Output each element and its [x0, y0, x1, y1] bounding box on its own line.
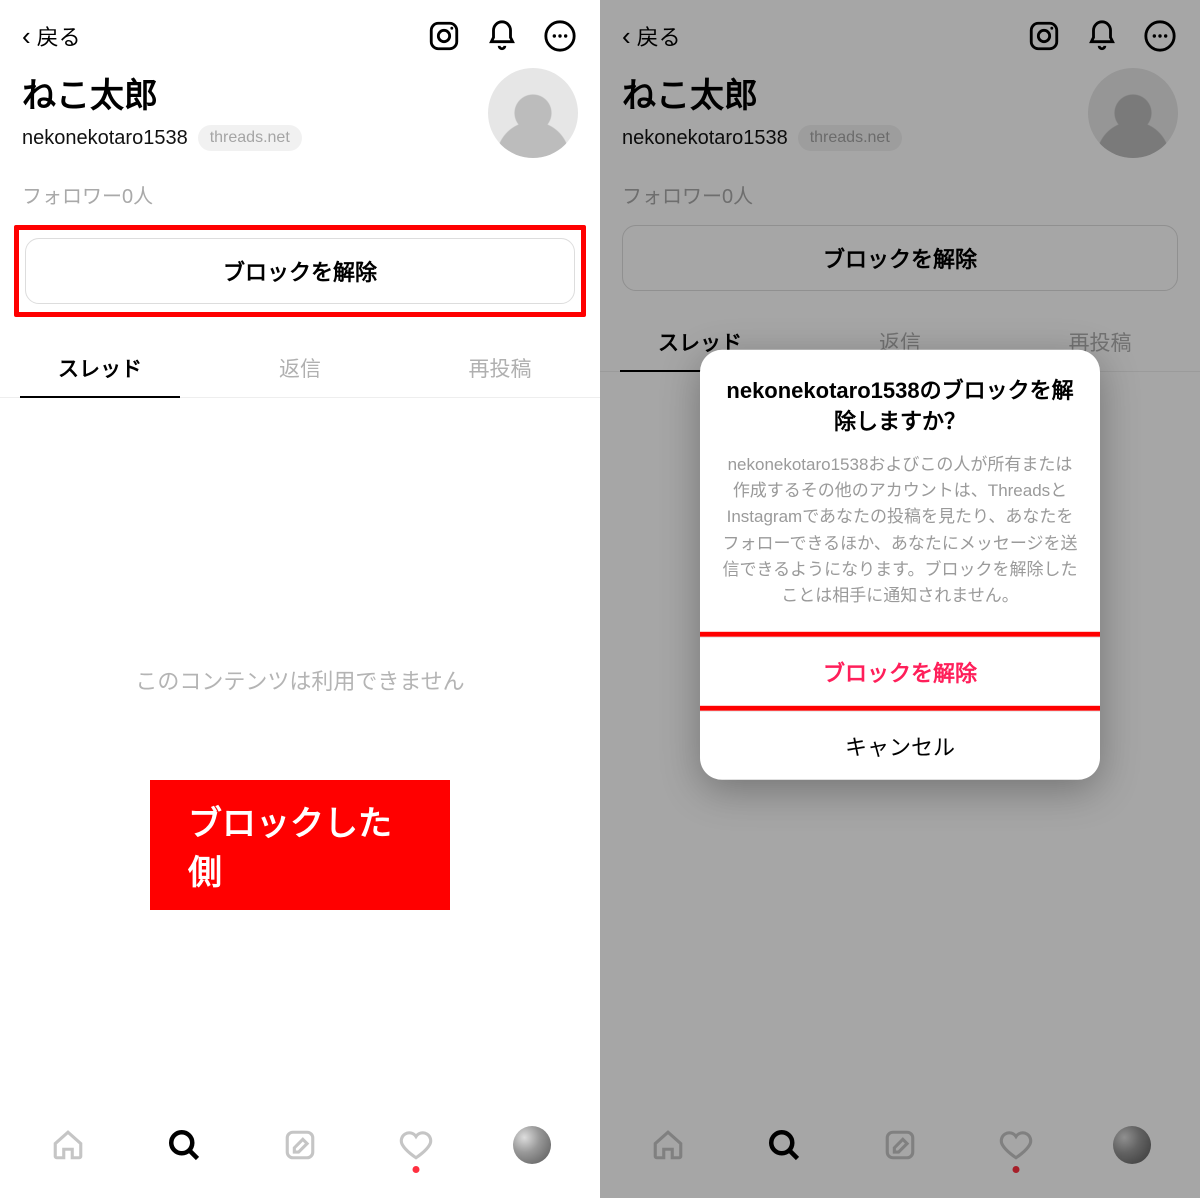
nav-search[interactable] [162, 1123, 206, 1167]
dialog-body: nekonekotaro1538およびこの人が所有または作成するその他のアカウン… [700, 445, 1100, 631]
bell-icon[interactable] [1084, 18, 1120, 54]
nav-compose[interactable] [878, 1123, 922, 1167]
followers-count[interactable]: フォロワー0人 [600, 158, 1200, 225]
back-label: 戻る [637, 20, 681, 52]
content-area: このコンテンツは利用できません ブロックした側 [0, 398, 600, 1110]
dialog-confirm-button[interactable]: ブロックを解除 [700, 636, 1100, 705]
bottom-nav [600, 1110, 1200, 1198]
nav-profile[interactable] [1110, 1123, 1154, 1167]
header: ‹ 戻る [0, 0, 600, 60]
unblock-button[interactable]: ブロックを解除 [622, 225, 1178, 291]
screenshot-left: ‹ 戻る [0, 0, 600, 1198]
highlight-confirm: ブロックを解除 [700, 631, 1100, 710]
unblock-button[interactable]: ブロックを解除 [25, 238, 575, 304]
chevron-left-icon: ‹ [622, 23, 631, 49]
instagram-icon[interactable] [1026, 18, 1062, 54]
nav-home[interactable] [646, 1123, 690, 1167]
avatar[interactable] [1088, 68, 1178, 158]
nav-avatar-icon [1113, 1126, 1151, 1164]
notification-dot-icon [413, 1166, 420, 1173]
back-button[interactable]: ‹ 戻る [22, 20, 81, 52]
empty-message: このコンテンツは利用できません [0, 664, 600, 696]
instagram-icon[interactable] [426, 18, 462, 54]
highlight-unblock: ブロックを解除 [14, 225, 586, 317]
profile-section: ねこ太郎 nekonekotaro1538 threads.net [600, 60, 1200, 158]
more-icon[interactable] [542, 18, 578, 54]
tab-reposts[interactable]: 再投稿 [400, 339, 600, 397]
dialog-cancel-button[interactable]: キャンセル [700, 710, 1100, 779]
bell-icon[interactable] [484, 18, 520, 54]
back-label: 戻る [37, 20, 81, 52]
username: nekonekotaro1538 [622, 127, 788, 150]
bottom-nav [0, 1110, 600, 1198]
nav-avatar-icon [513, 1126, 551, 1164]
back-button[interactable]: ‹ 戻る [622, 20, 681, 52]
caption-badge: ブロックした側 [150, 780, 450, 910]
avatar[interactable] [488, 68, 578, 158]
screenshot-right: ‹ 戻る ねこ太郎 [600, 0, 1200, 1198]
dialog-title: nekonekotaro1538のブロックを解除しますか？ [700, 350, 1100, 446]
nav-activity[interactable] [994, 1123, 1038, 1167]
header-actions [426, 18, 578, 54]
nav-profile[interactable] [510, 1123, 554, 1167]
nav-search[interactable] [762, 1123, 806, 1167]
nav-compose[interactable] [278, 1123, 322, 1167]
nav-home[interactable] [46, 1123, 90, 1167]
display-name: ねこ太郎 [22, 68, 302, 117]
domain-pill[interactable]: threads.net [198, 125, 302, 151]
followers-count[interactable]: フォロワー0人 [0, 158, 600, 225]
more-icon[interactable] [1142, 18, 1178, 54]
tab-replies[interactable]: 返信 [200, 339, 400, 397]
header: ‹ 戻る [600, 0, 1200, 60]
header-actions [1026, 18, 1178, 54]
profile-tabs: スレッド 返信 再投稿 [0, 339, 600, 398]
profile-section: ねこ太郎 nekonekotaro1538 threads.net [0, 60, 600, 158]
username: nekonekotaro1538 [22, 127, 188, 150]
domain-pill[interactable]: threads.net [798, 125, 902, 151]
tab-threads[interactable]: スレッド [0, 339, 200, 397]
avatar-placeholder-icon [488, 68, 578, 158]
display-name: ねこ太郎 [622, 68, 902, 117]
avatar-placeholder-icon [1088, 68, 1178, 158]
unblock-confirm-dialog: nekonekotaro1538のブロックを解除しますか？ nekonekota… [700, 350, 1100, 780]
nav-activity[interactable] [394, 1123, 438, 1167]
notification-dot-icon [1013, 1166, 1020, 1173]
chevron-left-icon: ‹ [22, 23, 31, 49]
